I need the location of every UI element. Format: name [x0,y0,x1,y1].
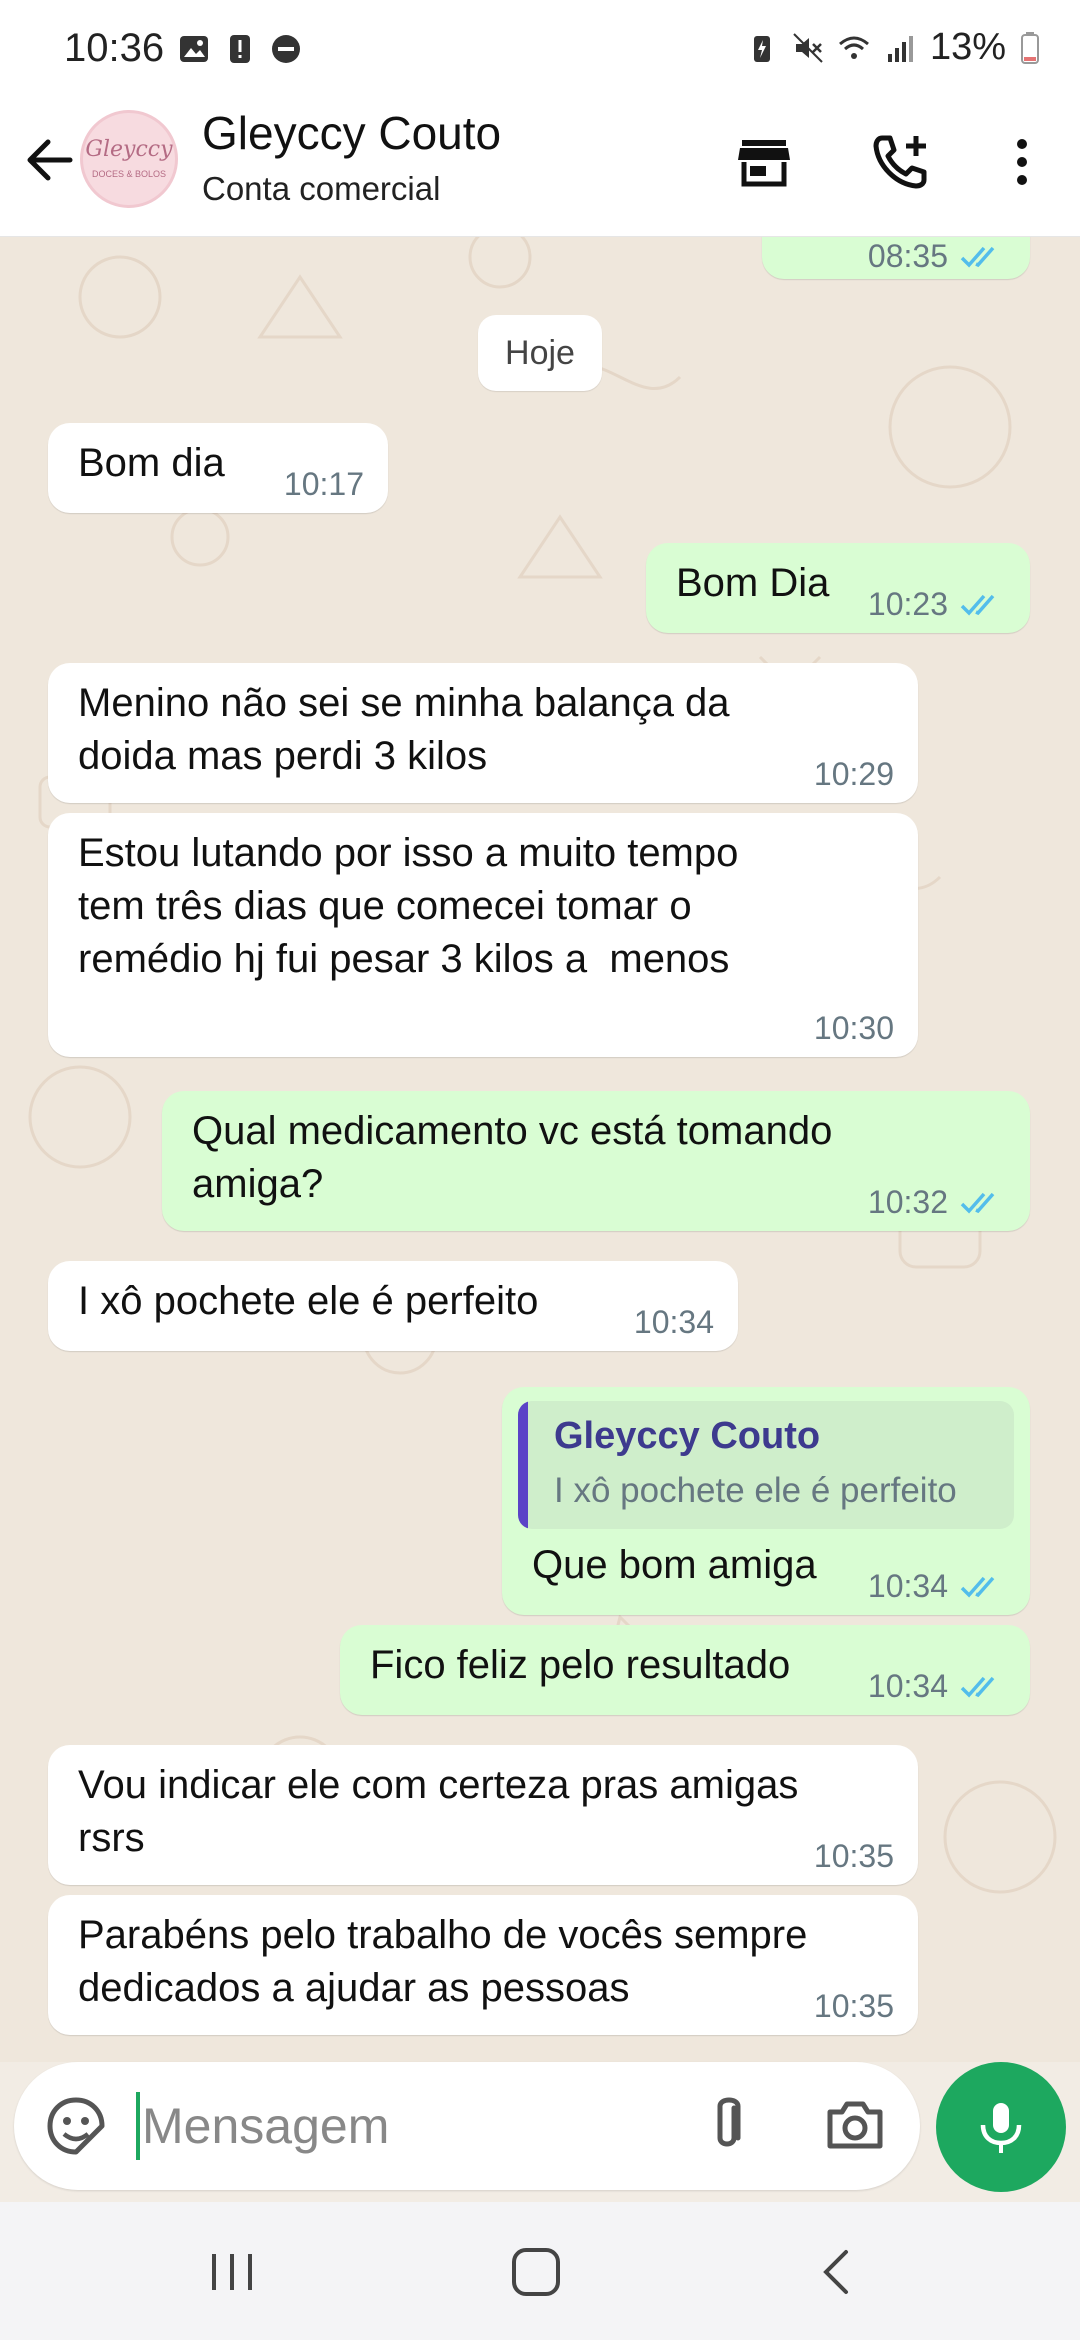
more-vert-icon[interactable] [990,130,1054,194]
avatar-logo: Gleyccy [85,137,173,162]
battery-saver-icon [753,35,770,62]
message-input[interactable]: Mensagem [142,2092,389,2160]
message-text: Parabéns pelo trabalho de vocês sempre d… [78,1913,808,2010]
chat-header: Gleyccy DOCES & BOLOS Gleyccy Couto Cont… [0,100,1080,237]
message-time: 10:35 [813,1838,894,1874]
message-time: 10:35 [813,1988,894,2024]
message-text: Qual medicamento vc está tomando amiga? [192,1109,833,1206]
store-icon[interactable] [732,130,796,194]
camera-icon[interactable] [822,2092,888,2158]
signal-icon [887,35,913,62]
message-bubble-outgoing[interactable]: Fico feliz pelo resultado 10:34 [340,1625,1030,1715]
message-text: Bom Dia [676,561,830,605]
message-bubble-partial[interactable]: Ok 08:35 [762,237,1030,279]
chat-area[interactable]: Ok 08:35 Hoje Bom dia 10:17 Bom Dia 10:2… [0,237,1080,2062]
message-bubble-incoming[interactable]: I xô pochete ele é perfeito 10:34 [48,1261,738,1351]
message-text: Estou lutando por isso a muito tempo tem… [78,831,739,981]
message-bubble-incoming[interactable]: Estou lutando por isso a muito tempo tem… [48,813,918,1057]
message-text: Que bom amiga [532,1543,817,1587]
message-time: 10:34 [633,1304,714,1340]
message-text: Menino não sei se minha balança da doida… [78,681,730,778]
message-bubble-incoming[interactable]: Bom dia 10:17 [48,423,388,513]
read-ticks-icon [960,594,995,616]
mute-icon [793,32,823,63]
sticker-icon[interactable] [44,2094,108,2158]
battery-percent: 13% [929,26,1006,68]
quoted-text: I xô pochete ele é perfeito [554,1471,957,1510]
back-arrow-icon[interactable] [20,130,80,190]
text-caret [136,2092,140,2160]
contact-name[interactable]: Gleyccy Couto [202,106,501,160]
read-ticks-icon [960,1192,995,1214]
message-time: 10:30 [813,1010,894,1046]
read-ticks-icon [960,1576,995,1598]
gallery-icon [180,36,208,62]
mic-icon [980,2103,1022,2153]
message-time: 08:35 [867,238,948,274]
message-bubble-outgoing[interactable]: Bom Dia 10:23 [646,543,1030,633]
attach-icon[interactable] [694,2092,760,2158]
avatar-tagline: DOCES & BOLOS [91,169,167,179]
message-bubble-incoming[interactable]: Vou indicar ele com certeza pras amigas … [48,1745,918,1885]
recent-apps-icon[interactable] [202,2242,262,2302]
message-bubble-incoming[interactable]: Parabéns pelo trabalho de vocês sempre d… [48,1895,918,2035]
message-bubble-outgoing[interactable]: Qual medicamento vc está tomando amiga? … [162,1091,1030,1231]
message-bubble-outgoing-reply[interactable]: Gleyccy Couto I xô pochete ele é perfeit… [502,1387,1030,1615]
add-call-icon[interactable] [868,130,932,194]
message-text: Ok [790,237,841,248]
message-time: 10:32 [867,1184,948,1220]
quoted-sender: Gleyccy Couto [554,1415,821,1457]
alert-icon [230,35,250,63]
date-chip: Hoje [478,315,602,391]
status-bar: 10:36 13% [0,0,1080,100]
contact-subtitle: Conta comercial [202,170,441,207]
message-text: Vou indicar ele com certeza pras amigas … [78,1763,799,1860]
wifi-icon [838,36,869,59]
read-ticks-icon [960,1676,995,1698]
message-composer[interactable]: Mensagem [14,2062,920,2190]
message-text: I xô pochete ele é perfeito [78,1279,539,1323]
message-text: Fico feliz pelo resultado [370,1643,791,1687]
message-time: 10:34 [867,1668,948,1704]
message-time: 10:17 [283,466,364,502]
back-nav-icon[interactable] [808,2242,868,2302]
quoted-message[interactable]: Gleyccy Couto I xô pochete ele é perfeit… [518,1401,1014,1529]
message-time: 10:34 [867,1568,948,1604]
message-text: Bom dia [78,441,225,485]
system-nav-bar [0,2202,1080,2340]
message-time: 10:29 [813,756,894,792]
read-ticks-icon [960,246,995,268]
battery-icon [1021,31,1039,64]
avatar[interactable]: Gleyccy DOCES & BOLOS [80,110,178,208]
message-bubble-incoming[interactable]: Menino não sei se minha balança da doida… [48,663,918,803]
voice-message-button[interactable] [936,2062,1066,2192]
home-icon[interactable] [506,2242,566,2302]
status-time: 10:36 [64,26,165,70]
message-time: 10:23 [867,586,948,622]
dnd-icon [272,35,300,63]
